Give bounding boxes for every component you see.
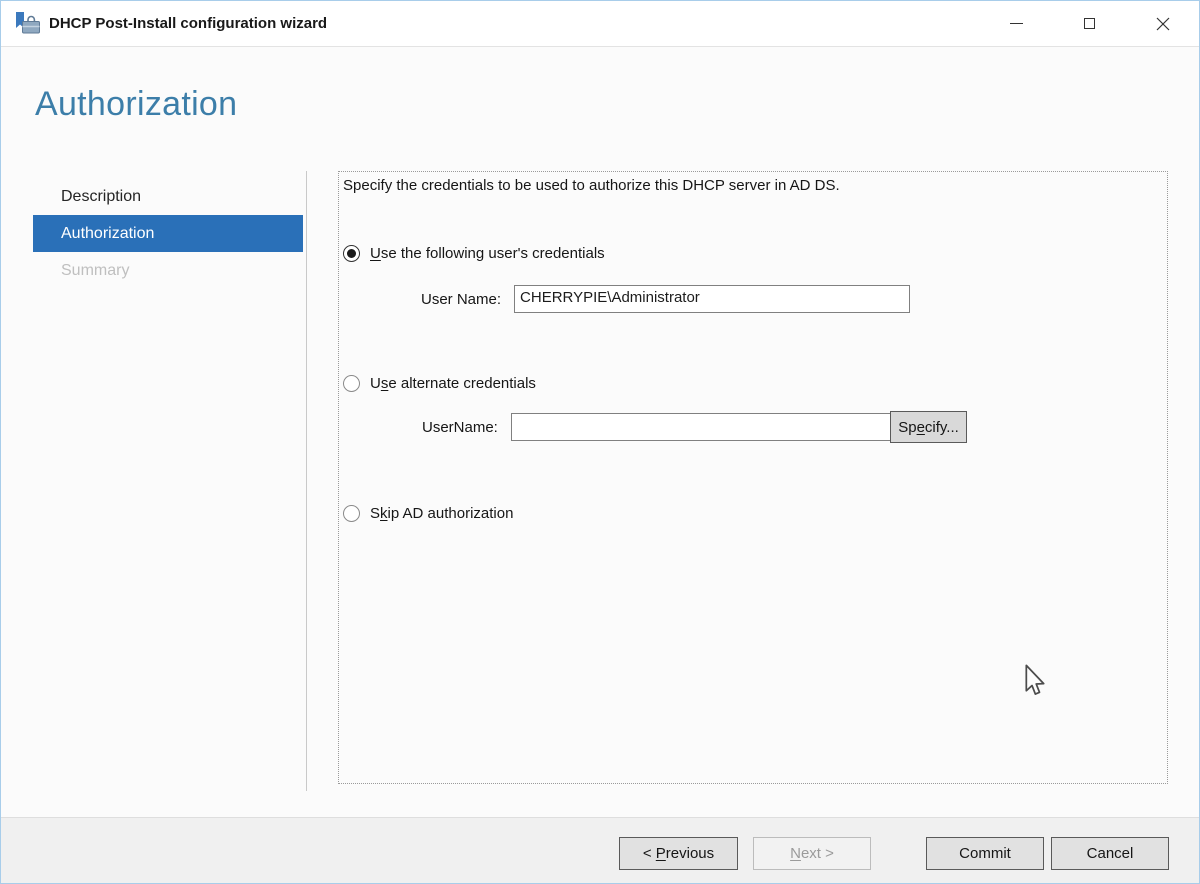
radio-icon — [343, 374, 360, 392]
maximize-icon — [1084, 18, 1095, 29]
sidebar-divider — [306, 171, 307, 791]
wizard-steps: Description Authorization Summary — [33, 178, 303, 289]
cancel-button[interactable]: Cancel — [1051, 837, 1169, 870]
sidebar-item-description[interactable]: Description — [33, 178, 303, 215]
radio-option-following-credentials[interactable]: Use the following user's credentials — [343, 242, 605, 264]
next-button[interactable]: Next > — [753, 837, 871, 870]
app-icon — [16, 12, 40, 34]
commit-button[interactable]: Commit — [926, 837, 1044, 870]
wizard-window: DHCP Post-Install configuration wizard A… — [0, 0, 1200, 884]
radio-label: Skip AD authorization — [370, 504, 514, 522]
minimize-icon — [1010, 23, 1023, 24]
alt-user-name-row: UserName: — [422, 413, 907, 441]
footer-bar: < Previous Next > Commit Cancel — [1, 817, 1199, 883]
radio-option-alternate-credentials[interactable]: Use alternate credentials — [343, 372, 536, 394]
minimize-button[interactable] — [980, 1, 1053, 46]
radio-option-skip-authorization[interactable]: Skip AD authorization — [343, 502, 513, 524]
user-name-input[interactable] — [514, 285, 911, 313]
radio-icon — [343, 244, 360, 262]
sidebar-item-authorization[interactable]: Authorization — [33, 215, 303, 252]
close-button[interactable] — [1126, 1, 1199, 46]
window-controls — [980, 1, 1199, 46]
sidebar-item-summary: Summary — [61, 262, 130, 279]
previous-button[interactable]: < Previous — [619, 837, 738, 870]
user-name-label: User Name: — [421, 290, 502, 308]
page-title: Authorization — [35, 85, 238, 123]
alt-user-name-label: UserName: — [422, 418, 498, 436]
close-icon — [1156, 17, 1169, 30]
instruction-text: Specify the credentials to be used to au… — [343, 177, 840, 194]
maximize-button[interactable] — [1053, 1, 1126, 46]
title-bar: DHCP Post-Install configuration wizard — [1, 1, 1199, 47]
radio-label: Use alternate credentials — [370, 374, 536, 392]
radio-label: Use the following user's credentials — [370, 244, 605, 262]
credentials-panel: Specify the credentials to be used to au… — [338, 171, 1168, 784]
alt-user-name-input[interactable] — [510, 413, 907, 441]
window-title: DHCP Post-Install configuration wizard — [49, 15, 328, 32]
user-name-row: User Name: — [421, 285, 911, 313]
radio-icon — [343, 504, 360, 522]
specify-button[interactable]: Specify... — [890, 411, 967, 443]
